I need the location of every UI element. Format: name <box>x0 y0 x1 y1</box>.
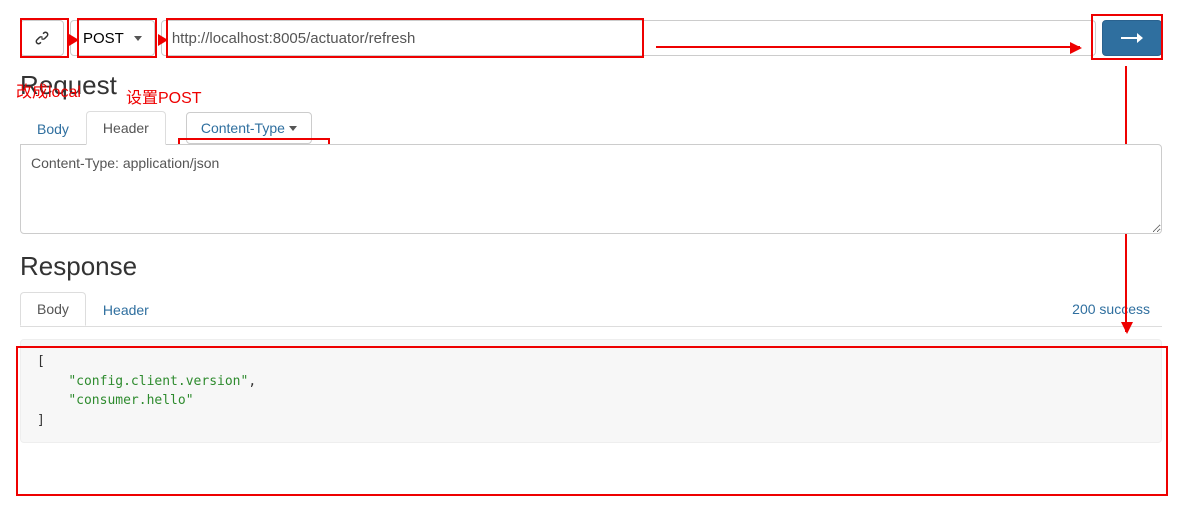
response-panel: Body Header 200 success [ "config.client… <box>20 292 1162 443</box>
url-input[interactable] <box>161 20 1096 56</box>
request-bar: POST <box>20 20 1162 56</box>
tab-request-body[interactable]: Body <box>20 112 86 145</box>
http-method-label: POST <box>83 30 124 47</box>
tab-response-body[interactable]: Body <box>20 292 86 326</box>
response-title: Response <box>20 251 1162 282</box>
content-type-dropdown[interactable]: Content-Type <box>186 112 312 144</box>
tab-response-header[interactable]: Header <box>86 293 166 326</box>
arrow-right-icon <box>1121 31 1143 45</box>
response-body: [ "config.client.version", "consumer.hel… <box>20 339 1162 443</box>
caret-down-icon <box>289 126 297 131</box>
response-tabs: Body Header 200 success <box>20 292 1162 327</box>
caret-down-icon <box>134 36 142 41</box>
content-type-label: Content-Type <box>201 120 285 136</box>
headers-textarea[interactable] <box>20 144 1162 234</box>
http-method-select[interactable]: POST <box>70 20 155 56</box>
request-title: Request <box>20 70 1162 101</box>
link-icon <box>33 29 51 47</box>
request-tabs: Body Header Content-Type <box>20 111 1162 145</box>
tab-request-header[interactable]: Header <box>86 111 166 145</box>
local-toggle-button[interactable] <box>20 20 64 56</box>
response-status: 200 success <box>1060 293 1162 325</box>
send-button[interactable] <box>1102 20 1162 56</box>
